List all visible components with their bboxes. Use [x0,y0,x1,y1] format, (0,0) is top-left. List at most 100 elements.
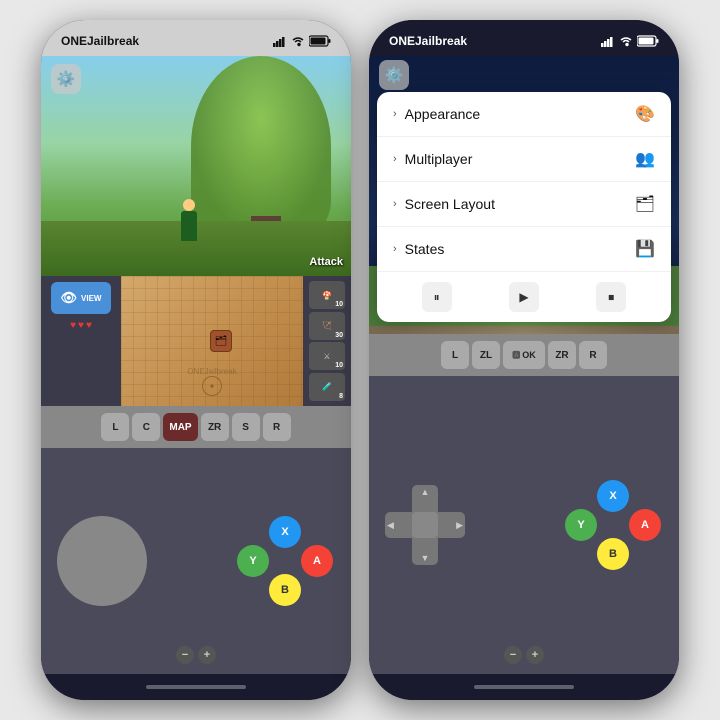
heart-2: ♥ [78,320,84,331]
settings-gear-btn[interactable]: ⚙️ [51,64,81,94]
b-button[interactable]: B [269,574,301,606]
p2-y-button[interactable]: Y [565,509,597,541]
multiplayer-label: Multiplayer [405,151,473,167]
home-bar-1 [41,674,351,700]
p2-zr-button[interactable]: ZR [548,341,576,369]
p2-plus-button[interactable]: + [526,646,544,664]
menu-item-screen-layout[interactable]: › Screen Layout 🗂 [377,182,671,227]
item-slot-4: 🧪8 [309,373,345,401]
screen-layout-icon: 🗂 [635,194,655,214]
item-slot-3: ⚔10 [309,342,345,370]
dpad-center [412,512,438,538]
game-map: ONEJailbreak ✦ 🗂 [121,276,303,406]
dpad-right-arrow: ▶ [456,520,463,531]
item-slot-1: 🍄10 [309,281,345,309]
home-bar-2 [369,674,679,700]
menu-item-appearance[interactable]: › Appearance 🎨 [377,92,671,137]
l-button[interactable]: L [101,413,129,441]
dpad-down-arrow: ▼ [421,553,430,563]
p2-l-button[interactable]: L [441,341,469,369]
plus-button[interactable]: + [198,646,216,664]
menu-item-states[interactable]: › States 💾 [377,227,671,272]
map-button[interactable]: MAP [163,413,197,441]
menu-item-multiplayer-left: › Multiplayer [393,151,472,167]
left-panel: 👁 VIEW ♥ ♥ ♥ [41,276,121,406]
controls-area-2: ◀ ▶ ▲ ▼ X Y A B − + [369,376,679,674]
character [181,211,197,241]
view-button[interactable]: 👁 VIEW [51,282,111,314]
signal-icon [273,35,287,47]
deku-tree-banner[interactable]: Inside the Deku Tree ONEJailbreak [369,326,679,334]
s-button[interactable]: S [232,413,260,441]
zr-button[interactable]: ZR [201,413,229,441]
plus-minus-1: − + [176,646,216,664]
screen-layout-chevron: › [393,198,397,210]
minus-button[interactable]: − [176,646,194,664]
p2-x-button[interactable]: X [597,480,629,512]
ok-label: OK [522,350,536,360]
dpad[interactable]: ◀ ▶ ▲ ▼ [385,485,465,565]
multiplayer-chevron: › [393,153,397,165]
y-button[interactable]: Y [237,545,269,577]
states-icon: 💾 [635,239,655,259]
screen-layout-label: Screen Layout [405,196,495,212]
home-indicator-2 [474,685,574,689]
tree-large [191,56,331,236]
dropdown-menu: › Appearance 🎨 › Multiplayer 👥 › Screen … [377,92,671,322]
r-button[interactable]: R [263,413,291,441]
attack-label: Attack [309,256,343,268]
playback-row: ⏸ ▶ ⏹ [377,272,671,322]
p2-zl-button[interactable]: ZL [472,341,500,369]
play-button[interactable]: ▶ [509,282,539,312]
item-slot-2: 🏹30 [309,312,345,340]
map-item: 🗂 [210,330,232,352]
battery-icon [309,35,331,47]
home-indicator-1 [146,685,246,689]
p2-b-button[interactable]: B [597,538,629,570]
menu-item-appearance-left: › Appearance [393,106,480,122]
p2-a-button[interactable]: A [629,509,661,541]
compass: ✦ [202,376,222,396]
map-watermark: ONEJailbreak [187,367,236,376]
face-buttons-2: X Y A B [563,480,663,570]
multiplayer-icon: 👥 [635,149,655,169]
states-chevron: › [393,243,397,255]
c-button[interactable]: C [132,413,160,441]
dpad-up-arrow: ▲ [421,487,430,497]
x-button[interactable]: X [269,516,301,548]
battery-icon-2 [637,35,659,47]
carrier-2: ONEJailbreak [389,34,467,48]
states-label: States [405,241,445,257]
wifi-icon-2 [619,35,633,47]
view-label: VIEW [81,294,101,303]
a-button[interactable]: A [301,545,333,577]
pause-button[interactable]: ⏸ [422,282,452,312]
trigger-row-1: L C MAP ZR S R [41,406,351,448]
dpad-left-arrow: ◀ [387,520,394,531]
wifi-icon [291,35,305,47]
heart-1: ♥ [70,320,76,331]
face-buttons-1: X Y A B [235,516,335,606]
signal-icon-2 [601,35,615,47]
p2-r-button[interactable]: R [579,341,607,369]
phone2-screen: ⚙️ › Appearance 🎨 › Multiplayer 👥 [369,56,679,334]
phone-2: ONEJailbreak ⚙️ [369,20,679,700]
phone-1: ONEJailbreak ⚙️ Attack 👁 VIEW ♥ ♥ [41,20,351,700]
appearance-label: Appearance [405,106,481,122]
appearance-icon: 🎨 [635,104,655,124]
controls-area-1: X Y A B − + [41,448,351,674]
right-panel: 🍄10 🏹30 ⚔10 🧪8 [303,276,351,406]
health-hearts: ♥ ♥ ♥ [70,320,92,331]
menu-item-states-left: › States [393,241,444,257]
menu-item-screen-layout-left: › Screen Layout [393,196,495,212]
heart-3: ♥ [86,320,92,331]
joystick-1[interactable] [57,516,147,606]
trigger-row-2: L ZL 🅰 OK ZR R [369,334,679,376]
game-middle-1: 👁 VIEW ♥ ♥ ♥ ONEJailbreak ✦ 🗂 🍄10 🏹30 ⚔1… [41,276,351,406]
menu-item-multiplayer[interactable]: › Multiplayer 👥 [377,137,671,182]
settings-gear-btn-2[interactable]: ⚙️ [379,60,409,90]
carrier-1: ONEJailbreak [61,34,139,48]
p2-ok-button[interactable]: 🅰 OK [503,341,545,369]
p2-minus-button[interactable]: − [504,646,522,664]
stop-button[interactable]: ⏹ [596,282,626,312]
